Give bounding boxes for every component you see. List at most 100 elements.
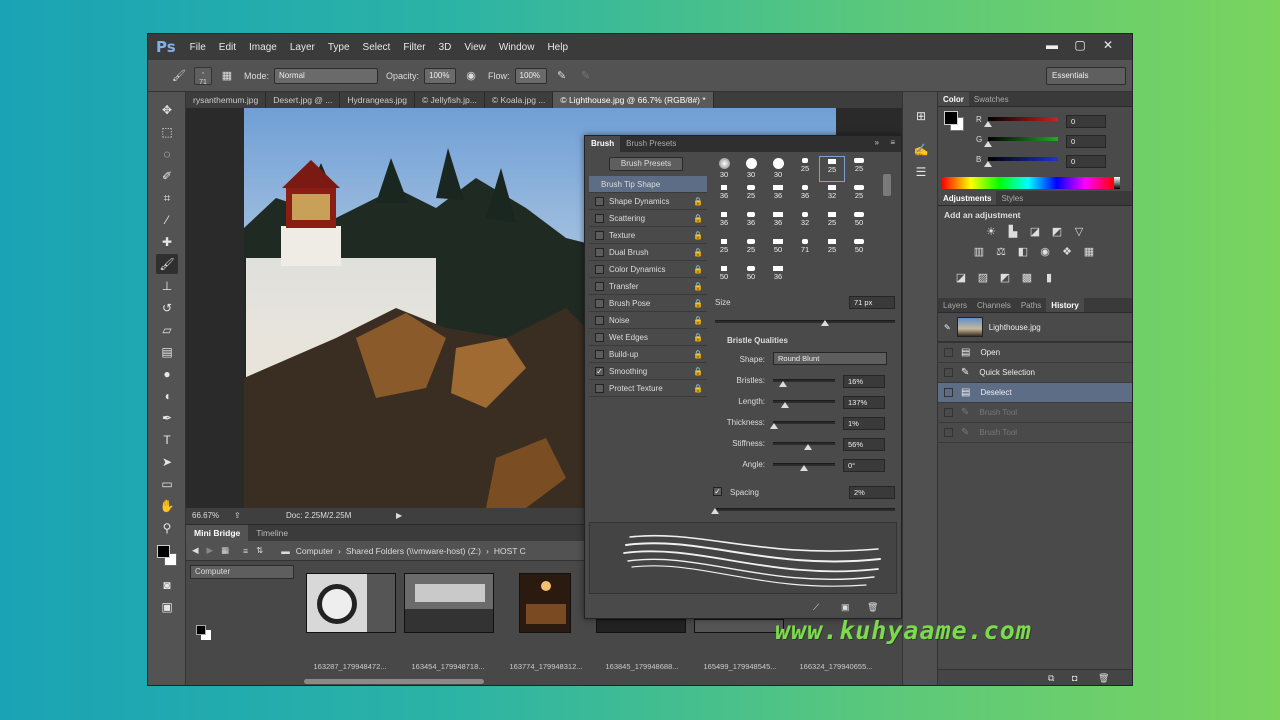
flow-input[interactable]: 100% (514, 67, 547, 84)
brush-tip[interactable]: 32 (792, 210, 818, 236)
brush-presets-button[interactable]: Brush Presets (609, 157, 683, 171)
tab-brush-presets[interactable]: Brush Presets (620, 136, 682, 152)
clone-stamp-tool-icon[interactable]: ⊥ (156, 276, 178, 296)
tab-document-3[interactable]: Hydrangeas.jpg (340, 92, 415, 108)
history-brush-source-icon[interactable]: ✎ (944, 323, 951, 332)
lock-icon[interactable]: 🔒 (693, 384, 703, 393)
menu-help[interactable]: Help (547, 42, 568, 53)
crop-tool-icon[interactable]: ⌗ (156, 188, 178, 208)
bristle-slider-knob[interactable] (770, 423, 779, 429)
gradient-map-icon[interactable]: ▮ (1042, 271, 1056, 285)
tab-history[interactable]: History (1046, 298, 1084, 312)
brush-tip[interactable]: 50 (738, 264, 764, 286)
brush-grid-scrollbar[interactable] (883, 174, 891, 196)
brush-tip[interactable]: 30 (738, 156, 764, 182)
type-tool-icon[interactable]: T (156, 430, 178, 450)
brush-tip[interactable]: 25 (711, 237, 737, 263)
spacing-checkbox[interactable]: ✓ (713, 487, 722, 496)
history-source-box[interactable] (944, 408, 953, 417)
brush-tool-preset-icon[interactable]: 🖌 (170, 67, 188, 85)
brush-setting-checkbox[interactable] (595, 383, 604, 393)
tab-swatches[interactable]: Swatches (969, 92, 1014, 106)
bristle-slider-knob[interactable] (803, 444, 812, 450)
brush-tip[interactable]: 71 (792, 237, 818, 263)
brush-tip[interactable]: 25 (819, 237, 845, 263)
thumbnail-4[interactable] (596, 619, 686, 633)
bristle-field-input[interactable]: 137% (843, 396, 885, 409)
color-lookup-icon[interactable]: ▦ (1082, 245, 1096, 259)
back-icon[interactable]: ◀ (192, 545, 199, 556)
channel-slider[interactable] (988, 157, 1058, 161)
brush-setting-checkbox[interactable] (595, 315, 604, 325)
brush-tip[interactable]: 25 (738, 237, 764, 263)
bristle-shape-select[interactable]: Round Blunt (773, 352, 887, 365)
history-source-box[interactable] (944, 368, 953, 377)
export-icon[interactable]: ⇪ (234, 508, 241, 524)
zoom-level[interactable]: 66.67% (192, 508, 219, 524)
tab-document-active[interactable]: © Lighthouse.jpg @ 66.7% (RGB/8#) * (553, 92, 714, 108)
blur-tool-icon[interactable]: ● (156, 364, 178, 384)
lock-icon[interactable]: 🔒 (693, 350, 703, 359)
bristle-field-input[interactable]: 1% (843, 417, 885, 430)
brush-tip[interactable]: 50 (765, 237, 791, 263)
move-tool-icon[interactable]: ✥ (156, 100, 178, 120)
spacing-input[interactable]: 2% (849, 486, 895, 499)
location-select[interactable]: Computer (190, 565, 294, 579)
brush-tip[interactable]: 25 (738, 183, 764, 209)
mode-select[interactable]: Normal (274, 67, 379, 84)
bristle-slider-knob[interactable] (800, 465, 808, 471)
bristle-field-input[interactable]: 16% (843, 375, 885, 388)
healing-brush-tool-icon[interactable]: ✚ (156, 232, 178, 252)
channel-slider[interactable] (988, 137, 1058, 141)
delete-state-icon[interactable]: 🗑 (1098, 673, 1109, 684)
lock-icon[interactable]: 🔒 (693, 231, 703, 240)
menu-image[interactable]: Image (249, 42, 277, 53)
curves-icon[interactable]: ◪ (1028, 225, 1042, 239)
brush-setting-row[interactable]: Build-up 🔒 (589, 346, 707, 363)
history-source-box[interactable] (944, 428, 953, 437)
rectangle-tool-icon[interactable]: ▭ (156, 474, 178, 494)
zoom-tool-icon[interactable]: ⚲ (156, 518, 178, 538)
photo-filter-icon[interactable]: ◉ (1038, 245, 1052, 259)
brush-tool-icon[interactable]: 🖌 (156, 254, 178, 274)
selective-color-icon[interactable]: ▩ (1020, 271, 1034, 285)
lasso-tool-icon[interactable]: ◌ (156, 144, 178, 164)
maximize-button[interactable]: ▢ (1066, 36, 1094, 54)
history-brush-tool-icon[interactable]: ↺ (156, 298, 178, 318)
brush-size-picker[interactable]: ◦ 71 (194, 66, 212, 86)
thumbnail-5[interactable] (694, 619, 784, 633)
brush-tip[interactable]: 25 (819, 210, 845, 236)
exposure-icon[interactable]: ◩ (1050, 225, 1064, 239)
hue-saturation-icon[interactable]: ▥ (972, 245, 986, 259)
quick-mask-icon[interactable]: ◙ (156, 575, 178, 595)
brush-setting-checkbox[interactable]: ✓ (595, 366, 604, 376)
brush-setting-checkbox[interactable] (595, 196, 604, 206)
eraser-tool-icon[interactable]: ▱ (156, 320, 178, 340)
tab-document-5[interactable]: © Koala.jpg ... (485, 92, 554, 108)
brush-tip[interactable]: 50 (846, 210, 872, 236)
workspace-switcher[interactable]: Essentials (1046, 67, 1126, 85)
spacing-slider-knob[interactable] (711, 508, 719, 514)
menu-filter[interactable]: Filter (403, 42, 425, 53)
panel-menu-icon[interactable]: ≡ (890, 138, 895, 147)
menu-type[interactable]: Type (328, 42, 350, 53)
levels-icon[interactable]: ▙ (1006, 225, 1020, 239)
tab-document-1[interactable]: rysanthemum.jpg (186, 92, 267, 108)
lock-icon[interactable]: 🔒 (693, 333, 703, 342)
menu-file[interactable]: File (190, 42, 206, 53)
brush-setting-row[interactable]: Color Dynamics 🔒 (589, 261, 707, 278)
pressure-size-icon[interactable]: ✎ (577, 67, 595, 85)
hand-tool-icon[interactable]: ✋ (156, 496, 178, 516)
brush-tip[interactable]: 30 (765, 156, 791, 182)
forward-icon[interactable]: ▶ (207, 545, 214, 556)
bridge-icon[interactable]: ▦ (221, 545, 229, 556)
history-state[interactable]: ✎ Brush Tool (938, 403, 1132, 423)
menu-3d[interactable]: 3D (439, 42, 452, 53)
bristle-slider-knob[interactable] (781, 402, 790, 408)
path-segment-3[interactable]: HOST C (494, 546, 526, 556)
brush-tip[interactable]: 32 (819, 183, 845, 209)
brush-tip[interactable]: 36 (765, 264, 791, 286)
brush-setting-row[interactable]: Texture 🔒 (589, 227, 707, 244)
menu-view[interactable]: View (464, 42, 486, 53)
menu-layer[interactable]: Layer (290, 42, 315, 53)
